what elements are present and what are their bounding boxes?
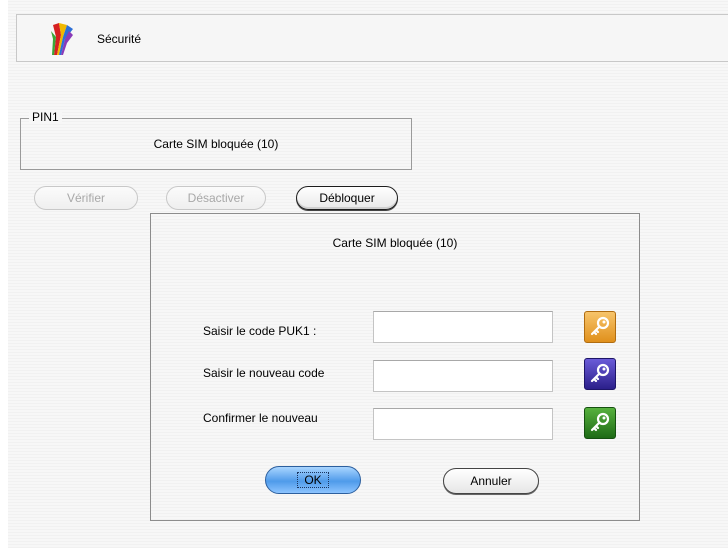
new-code-input[interactable] <box>373 360 553 392</box>
confirm-code-label: Confirmer le nouveau <box>203 411 318 425</box>
key-icon[interactable] <box>584 358 616 390</box>
pin1-groupbox: PIN1 Carte SIM bloquée (10) <box>20 110 412 170</box>
confirm-code-input[interactable] <box>373 408 553 440</box>
unblock-dialog: Carte SIM bloquée (10) Saisir le code PU… <box>150 213 640 521</box>
phone-tools-icon <box>47 21 77 57</box>
cancel-button[interactable]: Annuler <box>443 468 539 494</box>
new-code-label: Saisir le nouveau code <box>203 366 325 380</box>
header-bar: Sécurité <box>16 14 728 62</box>
app-title: Sécurité <box>97 32 142 46</box>
pin1-status-text: Carte SIM bloquée (10) <box>153 137 279 151</box>
pin1-legend: PIN1 <box>29 110 62 124</box>
ok-button[interactable]: OK <box>265 466 361 494</box>
unblock-button[interactable]: Débloquer <box>296 186 398 210</box>
puk1-label: Saisir le code PUK1 : <box>203 324 317 338</box>
disable-button[interactable]: Désactiver <box>166 186 266 210</box>
key-icon[interactable] <box>584 311 616 343</box>
dialog-title: Carte SIM bloquée (10) <box>332 236 458 250</box>
key-icon[interactable] <box>584 407 616 439</box>
verify-button[interactable]: Vérifier <box>34 186 138 210</box>
ok-label: OK <box>297 472 329 488</box>
puk1-input[interactable] <box>373 311 553 343</box>
